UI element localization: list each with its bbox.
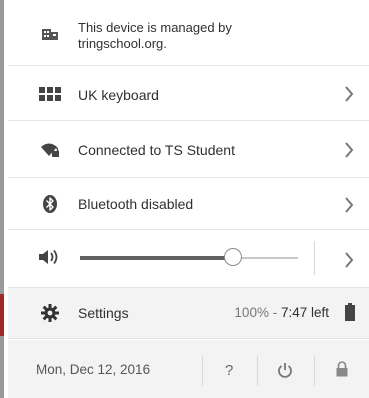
network-label: Connected to TS Student	[78, 142, 235, 158]
battery-time: 7:47 left	[280, 305, 329, 320]
battery-percent: 100% -	[234, 305, 281, 320]
keyboard-icon	[38, 87, 62, 101]
chevron-right-icon[interactable]	[343, 84, 355, 104]
footer-divider	[202, 356, 203, 386]
volume-icon[interactable]	[38, 249, 62, 265]
battery-status: 100% - 7:47 left	[234, 305, 329, 320]
wifi-lock-icon	[38, 142, 62, 158]
building-icon	[38, 26, 62, 40]
bluetooth-label: Bluetooth disabled	[78, 196, 194, 212]
help-button[interactable]: ?	[225, 362, 233, 379]
settings-row[interactable]: Settings 100% - 7:47 left	[8, 287, 369, 339]
power-icon[interactable]	[277, 362, 293, 383]
network-row[interactable]: Connected to TS Student	[8, 122, 369, 178]
footer-divider	[257, 356, 258, 386]
chevron-right-icon[interactable]	[343, 250, 355, 270]
date-label[interactable]: Mon, Dec 12, 2016	[36, 362, 150, 377]
keyboard-row[interactable]: UK keyboard	[8, 67, 369, 121]
volume-slider-knob[interactable]	[223, 248, 242, 266]
lock-icon[interactable]	[335, 361, 349, 382]
bluetooth-icon	[38, 195, 62, 213]
keyboard-label: UK keyboard	[78, 87, 159, 103]
volume-row	[8, 231, 369, 286]
volume-slider[interactable]	[80, 247, 298, 269]
volume-divider	[314, 241, 315, 275]
chevron-right-icon[interactable]	[343, 195, 355, 215]
volume-slider-fill	[80, 256, 233, 260]
window-edge-accent	[0, 294, 4, 336]
bluetooth-row[interactable]: Bluetooth disabled	[8, 179, 369, 230]
chevron-right-icon[interactable]	[343, 140, 355, 160]
battery-icon	[345, 303, 355, 326]
gear-icon	[38, 304, 62, 322]
settings-label: Settings	[78, 305, 129, 321]
window-edge	[0, 0, 4, 398]
managed-text-line1: This device is managed by	[78, 20, 232, 35]
footer-divider	[314, 356, 315, 386]
managed-device-row: This device is managed by tringschool.or…	[8, 0, 369, 66]
managed-text-line2: tringschool.org.	[78, 36, 167, 51]
